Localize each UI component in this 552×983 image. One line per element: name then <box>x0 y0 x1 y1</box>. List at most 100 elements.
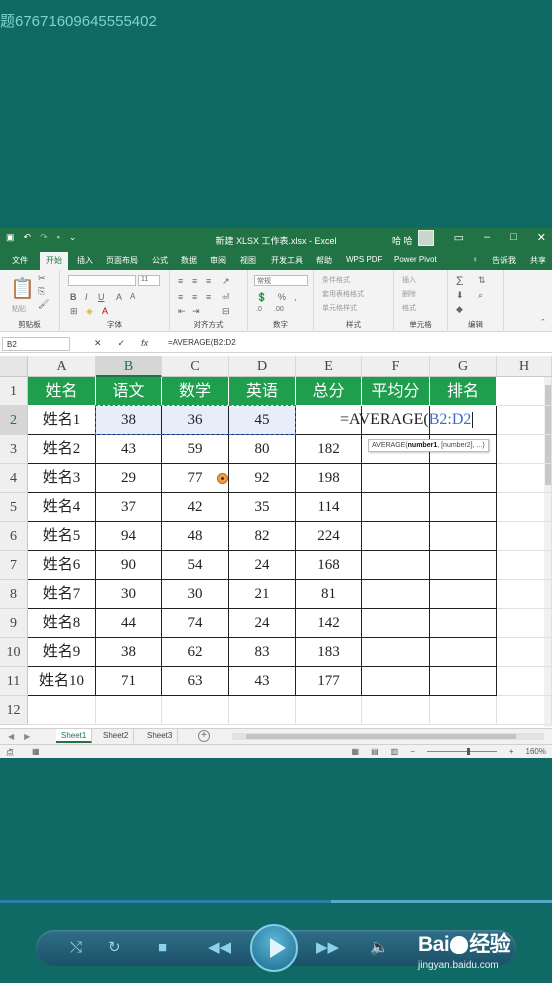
align-bottom-icon[interactable]: ≡ <box>206 276 211 286</box>
wrap-text-icon[interactable]: ⏎ <box>222 292 230 303</box>
table-cell[interactable]: 94 <box>96 522 162 551</box>
table-cell[interactable] <box>229 696 296 725</box>
table-cell[interactable]: 198 <box>296 464 362 493</box>
table-cell[interactable] <box>497 522 552 551</box>
table-cell[interactable] <box>28 696 96 725</box>
format-cells-button[interactable]: 格式 <box>402 303 416 313</box>
table-cell[interactable]: 81 <box>296 580 362 609</box>
indent-decrease-icon[interactable]: ⇤ <box>178 306 186 317</box>
bold-icon[interactable]: B <box>70 292 77 302</box>
sheet-tab-3[interactable]: Sheet3 <box>142 729 179 743</box>
row-header[interactable]: 6 <box>0 522 28 551</box>
sheet-nav-prev-icon[interactable]: ◀ <box>8 732 14 741</box>
volume-icon[interactable]: 🔈 <box>370 940 389 956</box>
sheet-tab-2[interactable]: Sheet2 <box>98 729 135 743</box>
table-cell[interactable] <box>430 493 497 522</box>
underline-icon[interactable]: U <box>98 292 105 302</box>
close-icon[interactable]: ✕ <box>537 231 546 244</box>
table-cell[interactable] <box>430 609 497 638</box>
table-cell[interactable] <box>430 696 497 725</box>
tab-developer[interactable]: 开发工具 <box>271 255 303 266</box>
table-cell[interactable]: 142 <box>296 609 362 638</box>
paste-icon[interactable]: 📋 <box>10 276 35 301</box>
table-cell[interactable]: 42 <box>162 493 229 522</box>
table-cell[interactable] <box>362 551 430 580</box>
row-header[interactable]: 7 <box>0 551 28 580</box>
align-left-icon[interactable]: ≡ <box>178 292 183 302</box>
table-cell[interactable] <box>497 435 552 464</box>
tooltip-function-name[interactable]: AVERAGE( <box>372 442 408 449</box>
table-cell[interactable]: 35 <box>229 493 296 522</box>
decrease-decimal-icon[interactable]: .00 <box>274 306 284 313</box>
table-cell[interactable] <box>362 580 430 609</box>
table-cell[interactable]: 224 <box>296 522 362 551</box>
delete-cells-button[interactable]: 删除 <box>402 289 416 299</box>
row-header[interactable]: 9 <box>0 609 28 638</box>
zoom-slider[interactable] <box>426 748 497 755</box>
table-cell[interactable]: 63 <box>162 667 229 696</box>
tab-wps-pdf[interactable]: WPS PDF <box>346 255 382 264</box>
table-cell[interactable]: 43 <box>96 435 162 464</box>
fast-forward-icon[interactable]: ▶▶ <box>316 940 339 956</box>
cell-styles-button[interactable]: 单元格样式 <box>322 303 357 313</box>
font-size-dropdown[interactable]: 11 <box>138 275 160 286</box>
table-cell[interactable] <box>362 609 430 638</box>
table-cell[interactable]: 59 <box>162 435 229 464</box>
avatar[interactable] <box>418 230 434 246</box>
row-header[interactable]: 10 <box>0 638 28 667</box>
table-cell[interactable] <box>430 667 497 696</box>
table-cell[interactable]: 24 <box>229 609 296 638</box>
row-header[interactable]: 12 <box>0 696 28 725</box>
font-size-increase-icon[interactable]: A <box>116 292 122 302</box>
align-right-icon[interactable]: ≡ <box>206 292 211 302</box>
table-cell[interactable]: 姓名9 <box>28 638 96 667</box>
tab-data[interactable]: 数据 <box>181 255 197 266</box>
page-break-view-icon[interactable]: ▥ <box>391 747 399 756</box>
table-header-cell[interactable]: 总分 <box>296 377 362 406</box>
table-cell[interactable]: 姓名3 <box>28 464 96 493</box>
italic-icon[interactable]: I <box>85 292 88 302</box>
merge-center-icon[interactable]: ⊟ <box>222 306 230 317</box>
tab-home[interactable]: 开始 <box>40 252 68 270</box>
table-cell[interactable] <box>497 638 552 667</box>
table-cell[interactable] <box>497 551 552 580</box>
table-header-cell[interactable]: 英语 <box>229 377 296 406</box>
shuffle-icon[interactable]: ⤭ <box>70 940 82 956</box>
table-cell[interactable]: 62 <box>162 638 229 667</box>
orientation-icon[interactable]: ↗ <box>222 276 230 287</box>
lightbulb-icon[interactable]: ♀ <box>472 255 478 266</box>
percent-icon[interactable]: % <box>278 292 286 302</box>
tab-formulas[interactable]: 公式 <box>152 255 168 266</box>
table-header-cell[interactable]: 语文 <box>96 377 162 406</box>
table-cell[interactable]: 92 <box>229 464 296 493</box>
table-cell[interactable] <box>497 377 552 406</box>
table-cell[interactable]: 29 <box>96 464 162 493</box>
format-as-table-button[interactable]: 套用表格格式 <box>322 289 364 299</box>
tab-review[interactable]: 审阅 <box>210 255 226 266</box>
table-header-cell[interactable]: 平均分 <box>362 377 430 406</box>
table-cell[interactable] <box>362 493 430 522</box>
column-header[interactable]: H <box>497 356 552 377</box>
play-button[interactable] <box>250 924 298 972</box>
clear-icon[interactable]: ◆ <box>456 304 463 315</box>
table-cell[interactable]: 44 <box>96 609 162 638</box>
table-cell[interactable] <box>362 638 430 667</box>
insert-cells-button[interactable]: 插入 <box>402 275 416 285</box>
tab-insert[interactable]: 插入 <box>77 255 93 266</box>
table-cell[interactable] <box>497 580 552 609</box>
table-cell[interactable]: 80 <box>229 435 296 464</box>
table-cell[interactable]: 姓名8 <box>28 609 96 638</box>
horizontal-scrollbar[interactable] <box>232 733 544 740</box>
table-header-cell[interactable]: 姓名 <box>28 377 96 406</box>
table-cell[interactable]: 21 <box>229 580 296 609</box>
column-header[interactable]: C <box>162 356 229 377</box>
table-cell[interactable] <box>362 522 430 551</box>
formula-input[interactable]: =AVERAGE(B2:D2 <box>168 338 236 347</box>
table-cell[interactable] <box>430 522 497 551</box>
zoom-level[interactable]: 160% <box>526 747 546 756</box>
collapse-ribbon-icon[interactable]: ⌃ <box>540 318 546 326</box>
row-header[interactable]: 4 <box>0 464 28 493</box>
table-cell[interactable] <box>430 580 497 609</box>
minimize-icon[interactable]: – <box>484 231 490 244</box>
table-cell[interactable]: 71 <box>96 667 162 696</box>
